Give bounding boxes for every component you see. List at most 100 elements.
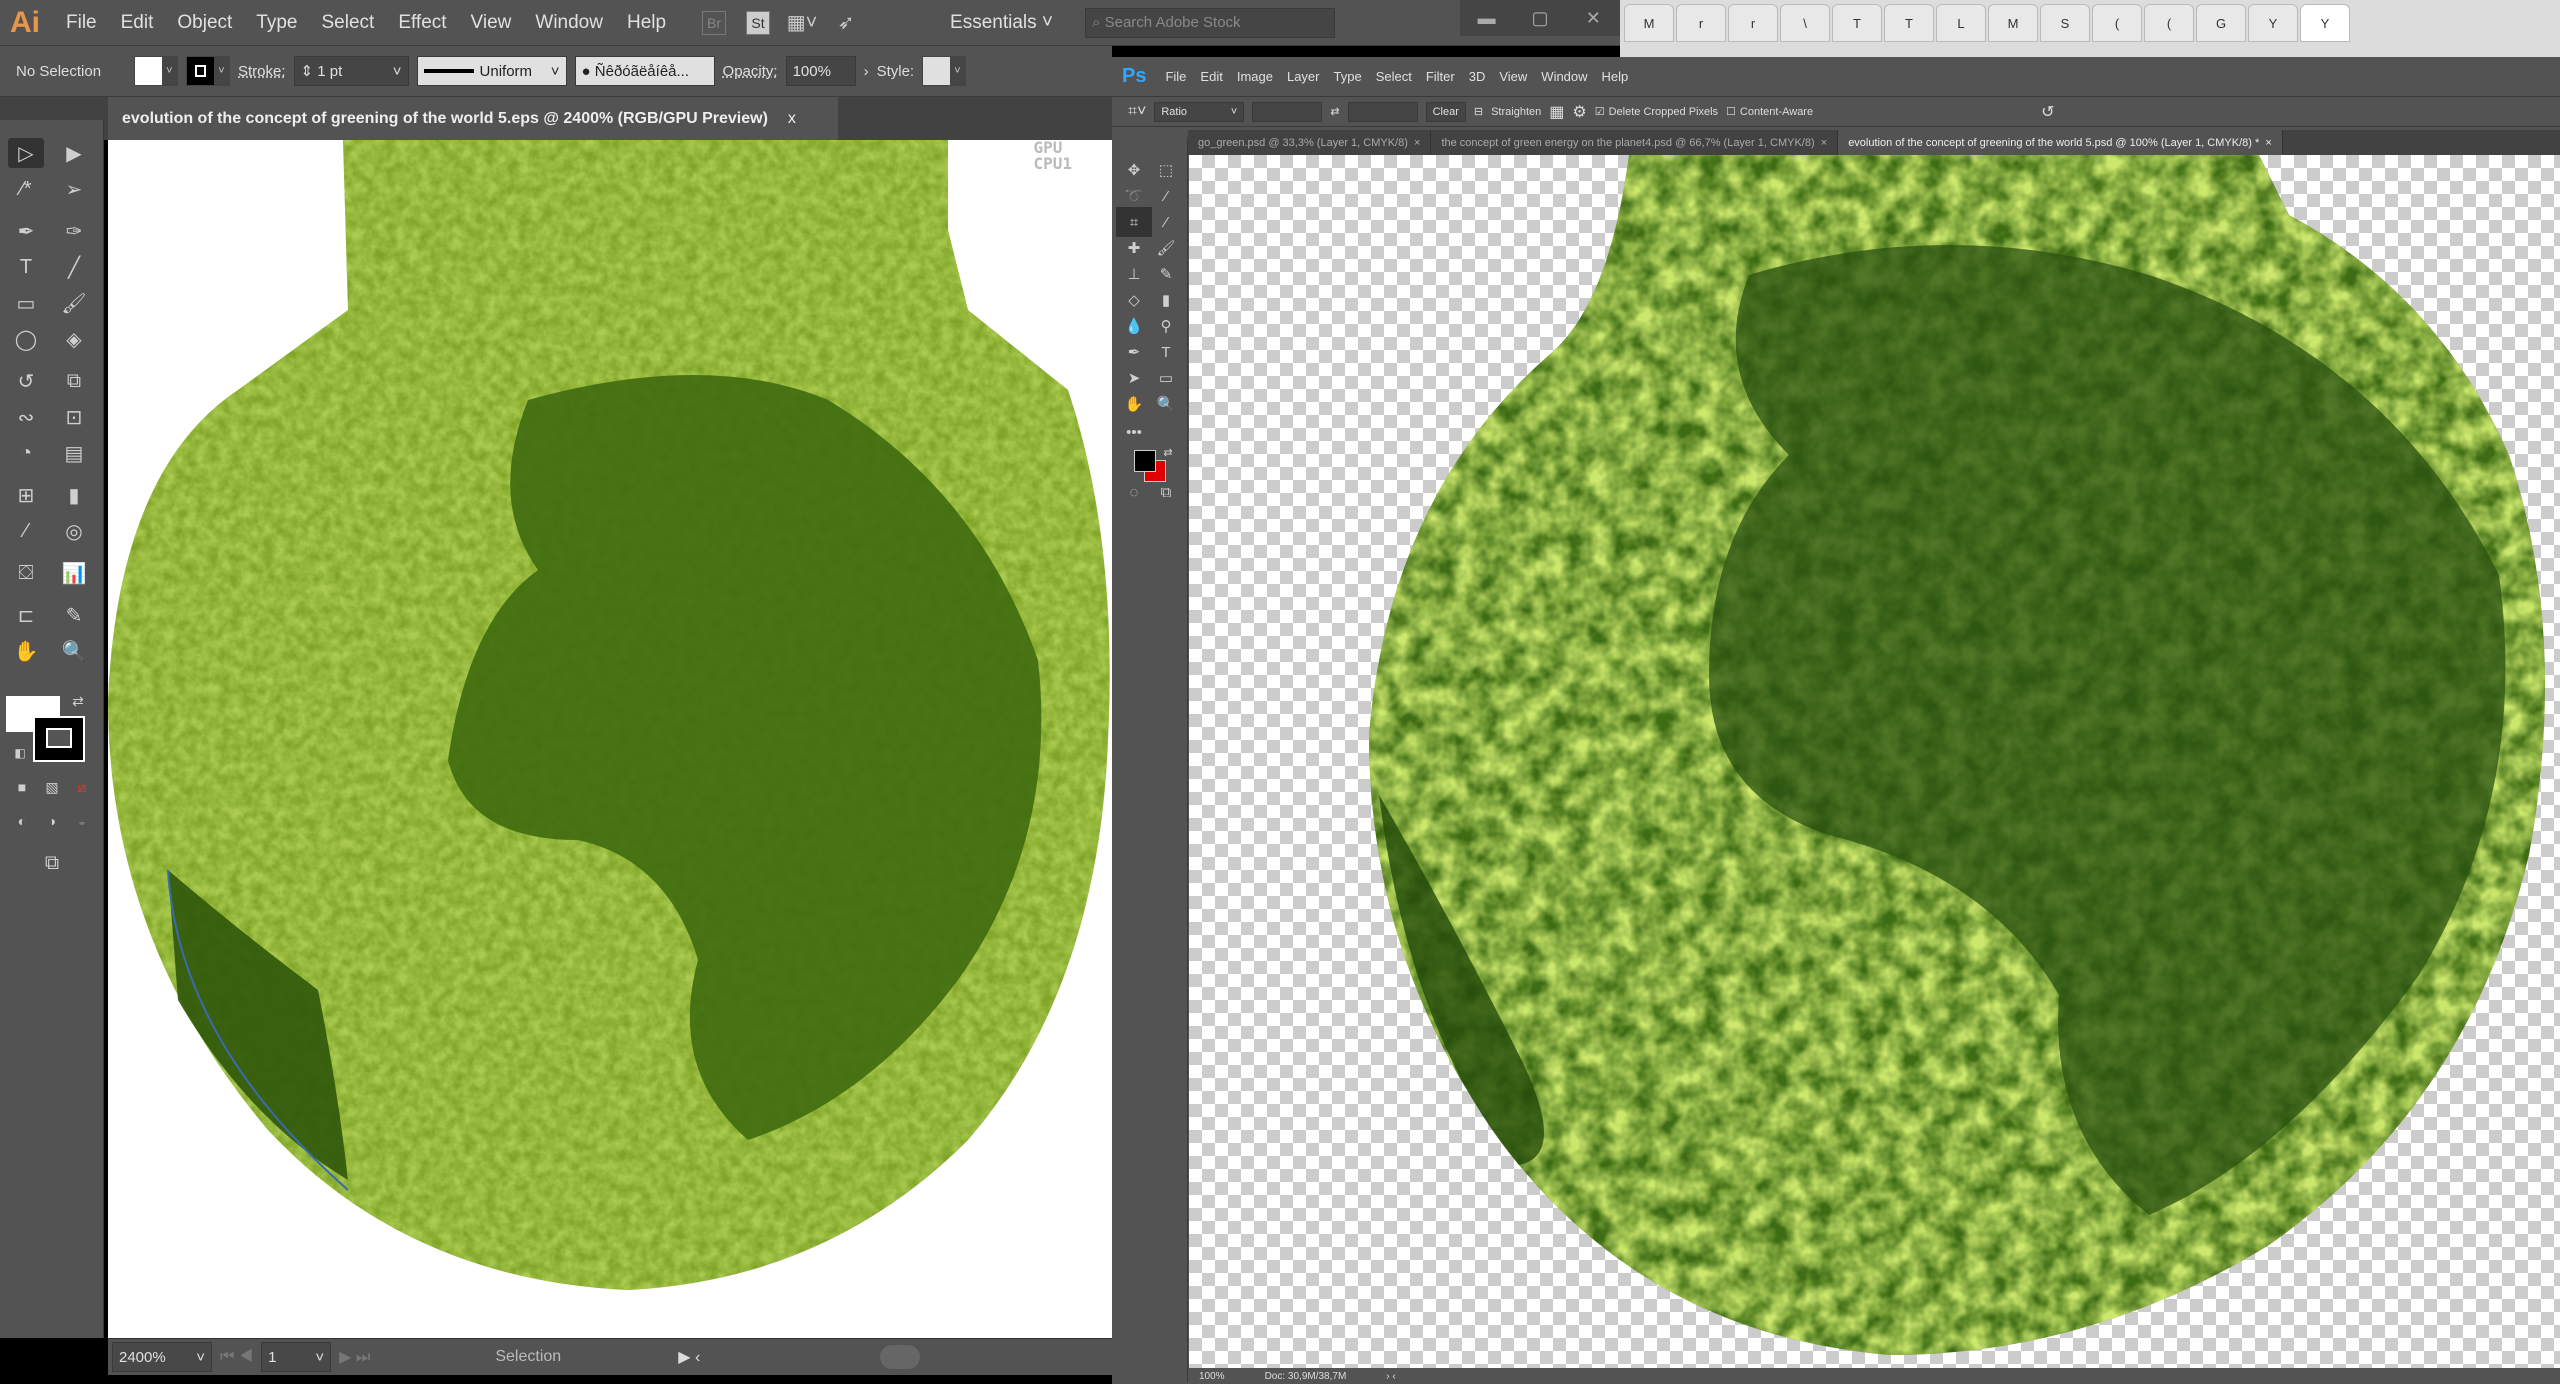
stroke-swatch[interactable]: ˅: [186, 56, 230, 86]
paintbrush-tool-icon[interactable]: 🖌: [56, 288, 92, 318]
style-swatch[interactable]: ˅: [922, 56, 967, 86]
blend-tool-icon[interactable]: ◎: [56, 516, 92, 546]
browser-tab[interactable]: T: [1832, 4, 1882, 42]
warp-tool-icon[interactable]: ∾: [8, 402, 44, 432]
zoom-tool-icon[interactable]: 🔍: [56, 636, 92, 666]
browser-tab-active[interactable]: Y: [2300, 4, 2350, 42]
symbol-sprayer-tool-icon[interactable]: ⛋: [8, 558, 44, 588]
crop-tool-preset-icon[interactable]: ⌗˅: [1128, 103, 1146, 121]
eyedropper-tool-icon[interactable]: ⁄: [8, 516, 44, 546]
ps-menu-layer[interactable]: Layer: [1280, 69, 1327, 84]
ps-menu-edit[interactable]: Edit: [1193, 69, 1229, 84]
ps-tab-green-energy[interactable]: the concept of green energy on the plane…: [1431, 130, 1839, 155]
ps-menu-image[interactable]: Image: [1230, 69, 1280, 84]
fill-swatch[interactable]: ˅: [134, 56, 178, 86]
curvature-tool-icon[interactable]: ✑: [56, 216, 92, 246]
swap-colors-icon[interactable]: ⇄: [60, 686, 96, 716]
ps-menu-view[interactable]: View: [1492, 69, 1534, 84]
close-tab-icon[interactable]: ×: [1821, 137, 1827, 149]
opacity-field[interactable]: 100%: [785, 56, 856, 86]
browser-tab[interactable]: G: [2196, 4, 2246, 42]
selection-tool-icon[interactable]: ▷: [8, 138, 44, 168]
menu-type[interactable]: Type: [244, 12, 309, 34]
browser-tab[interactable]: (: [2092, 4, 2142, 42]
gpu-rocket-icon[interactable]: ➶: [834, 11, 858, 35]
stock-button[interactable]: St: [746, 10, 771, 35]
rectangle-tool-icon[interactable]: ▭: [8, 288, 44, 318]
hand-tool-icon[interactable]: ✋: [8, 636, 44, 666]
screen-mode-icon[interactable]: ⧉: [34, 848, 70, 878]
workspace-switcher[interactable]: Essentials ˅: [938, 12, 1065, 34]
stroke-weight-field[interactable]: ⇕ 1 pt ˅: [293, 56, 409, 86]
default-colors-icon[interactable]: ◧: [2, 738, 38, 768]
close-tab-icon[interactable]: x: [788, 110, 796, 128]
menu-view[interactable]: View: [459, 12, 524, 34]
zoom-tool-icon[interactable]: 🔍: [1148, 389, 1184, 419]
stock-search-input[interactable]: ⌕ Search Adobe Stock: [1085, 7, 1336, 38]
delete-cropped-pixels-checkbox[interactable]: ☑ Delete Cropped Pixels: [1595, 105, 1718, 119]
menu-select[interactable]: Select: [310, 12, 387, 34]
graph-tool-icon[interactable]: 📊: [56, 558, 92, 588]
eraser-tool-icon[interactable]: ◈: [56, 324, 92, 354]
browser-tab[interactable]: M: [1624, 4, 1674, 42]
ps-status-menu-icon[interactable]: › ‹: [1386, 1371, 1395, 1382]
ratio-width-input[interactable]: [1252, 101, 1323, 122]
maximize-icon[interactable]: ▢: [1513, 0, 1566, 36]
stroke-color-swatch[interactable]: [33, 716, 85, 762]
lasso-tool-icon[interactable]: ➢: [56, 174, 92, 204]
edit-toolbar-icon[interactable]: •••: [1116, 417, 1152, 447]
ps-menu-help[interactable]: Help: [1595, 69, 1636, 84]
rotate-tool-icon[interactable]: ↺: [8, 366, 44, 396]
status-menu-icon[interactable]: ▶ ‹: [678, 1347, 700, 1367]
scale-tool-icon[interactable]: ⧉: [56, 366, 92, 396]
ratio-dropdown[interactable]: Ratio ˅: [1154, 101, 1245, 122]
variable-width-profile[interactable]: Uniform ˅: [416, 56, 567, 86]
arrange-documents-icon[interactable]: ▦˅: [787, 11, 818, 35]
pen-tool-icon[interactable]: ✒: [8, 216, 44, 246]
artboard-number-field[interactable]: 1 ˅: [261, 1342, 332, 1372]
menu-object[interactable]: Object: [165, 12, 244, 34]
ps-menu-type[interactable]: Type: [1327, 69, 1369, 84]
browser-tab[interactable]: r: [1728, 4, 1778, 42]
free-transform-tool-icon[interactable]: ⊡: [56, 402, 92, 432]
reset-crop-icon[interactable]: ↺: [2041, 102, 2054, 122]
shaper-tool-icon[interactable]: ◯: [8, 324, 44, 354]
line-tool-icon[interactable]: ╱: [56, 252, 92, 282]
browser-tab[interactable]: (: [2144, 4, 2194, 42]
ps-menu-window[interactable]: Window: [1534, 69, 1594, 84]
magic-wand-tool-icon[interactable]: ⁄*: [8, 174, 44, 204]
ps-menu-select[interactable]: Select: [1369, 69, 1419, 84]
browser-tab[interactable]: \: [1780, 4, 1830, 42]
stroke-label[interactable]: Stroke:: [238, 63, 286, 80]
ratio-height-input[interactable]: [1347, 101, 1418, 122]
content-aware-checkbox[interactable]: ☐ Content-Aware: [1726, 105, 1813, 119]
close-icon[interactable]: ✕: [1567, 0, 1620, 36]
ps-tab-go-green[interactable]: go_green.psd @ 33,3% (Layer 1, CMYK/8) ×: [1188, 130, 1432, 155]
menu-window[interactable]: Window: [523, 12, 615, 34]
overlay-grid-icon[interactable]: ▦: [1549, 102, 1564, 122]
ps-menu-3d[interactable]: 3D: [1462, 69, 1493, 84]
menu-effect[interactable]: Effect: [386, 12, 458, 34]
opacity-label[interactable]: Opacity:: [723, 63, 778, 80]
mesh-tool-icon[interactable]: ⊞: [8, 480, 44, 510]
gradient-tool-icon[interactable]: ▮: [56, 480, 92, 510]
brush-definition[interactable]: ● Ñêðóãëåíêå...: [574, 56, 715, 86]
first-artboard-icon[interactable]: ⏮ ◀: [220, 1348, 253, 1366]
direct-selection-tool-icon[interactable]: ▶: [56, 138, 92, 168]
minimize-icon[interactable]: ▬: [1460, 0, 1513, 36]
ps-menu-filter[interactable]: Filter: [1419, 69, 1462, 84]
browser-tab[interactable]: r: [1676, 4, 1726, 42]
browser-tab[interactable]: S: [2040, 4, 2090, 42]
straighten-icon[interactable]: ⊟: [1474, 105, 1483, 118]
zoom-level-field[interactable]: 2400% ˅: [112, 1342, 212, 1372]
screen-mode-icon[interactable]: ⧉: [1148, 477, 1184, 507]
clear-button[interactable]: Clear: [1425, 101, 1466, 122]
swap-ratio-icon[interactable]: ⇄: [1330, 105, 1339, 118]
bridge-button[interactable]: Br: [702, 10, 727, 35]
opacity-chevron-icon[interactable]: ›: [864, 63, 869, 80]
hand-tool-icon[interactable]: ✋: [1116, 389, 1152, 419]
ps-zoom-level[interactable]: 100%: [1199, 1371, 1225, 1382]
type-tool-icon[interactable]: T: [8, 252, 44, 282]
quick-mask-icon[interactable]: ◌: [1116, 477, 1152, 507]
ps-tab-evolution-active[interactable]: evolution of the concept of greening of …: [1838, 130, 2283, 155]
